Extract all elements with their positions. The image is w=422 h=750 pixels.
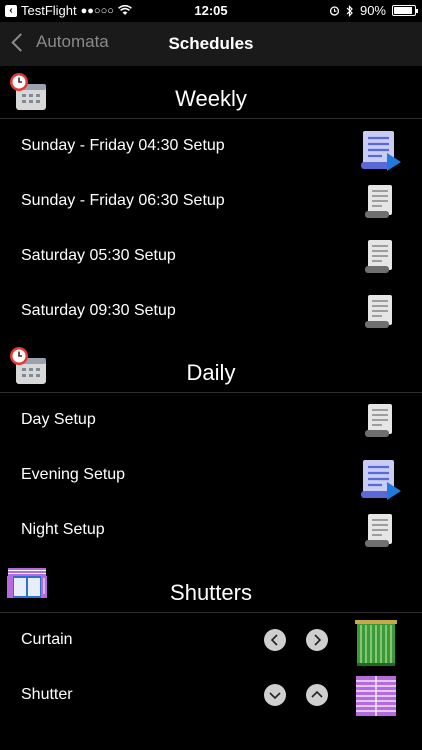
status-bar: ‹ TestFlight ●●○○○ 12:05 90% [0,0,422,22]
schedule-row[interactable]: Day Setup [0,393,422,448]
document-icon[interactable] [364,294,394,330]
document-play-icon[interactable] [360,129,402,175]
chevron-left-icon [270,634,278,646]
document-icon[interactable] [364,184,394,220]
page-title: Schedules [168,34,254,53]
device-label: Curtain [21,631,73,648]
bluetooth-icon [346,4,353,17]
lower-button[interactable] [264,684,286,706]
section-header: Weekly [0,66,422,119]
alarm-icon [329,6,340,16]
raise-button[interactable] [306,684,328,706]
curtain-icon [355,620,397,666]
chevron-up-icon [311,690,323,698]
document-icon[interactable] [364,239,394,275]
document-icon[interactable] [364,513,394,549]
schedule-row[interactable]: Saturday 09:30 Setup [0,284,422,339]
schedule-row[interactable]: Sunday - Friday 06:30 Setup [0,174,422,229]
device-label: Shutter [21,686,73,703]
navigation-bar: Automata Schedules [0,22,422,66]
open-right-button[interactable] [306,629,328,651]
schedule-label: Sunday - Friday 06:30 Setup [21,192,225,209]
schedule-label: Sunday - Friday 04:30 Setup [21,137,225,154]
chevron-down-icon [269,692,281,700]
shutter-row: Shutter [0,668,422,723]
schedule-label: Saturday 05:30 Setup [21,247,176,264]
shutter-icon [356,676,396,716]
section-title: Shutters [170,580,252,605]
battery-percent: 90% [359,3,386,18]
daily-section: Daily Day Setup Evening Setup Night Setu… [0,340,422,558]
shutters-section: Shutters Curtain Shutter [0,560,422,723]
section-title: Daily [186,360,236,385]
schedule-label: Day Setup [21,411,96,428]
schedule-label: Evening Setup [21,466,126,483]
section-header: Daily [0,340,422,393]
schedule-label: Night Setup [21,521,105,538]
schedule-label: Saturday 09:30 Setup [21,302,176,319]
battery-icon [392,5,418,16]
schedule-row[interactable]: Sunday - Friday 04:30 Setup [0,119,422,174]
open-left-button[interactable] [264,629,286,651]
schedule-row[interactable]: Night Setup [0,503,422,558]
schedule-row[interactable]: Saturday 05:30 Setup [0,229,422,284]
section-header: Shutters [0,560,422,613]
document-icon[interactable] [364,403,394,439]
chevron-right-icon [314,634,322,646]
document-play-icon[interactable] [360,458,402,504]
shutter-row: Curtain [0,613,422,668]
weekly-section: Weekly Sunday - Friday 04:30 Setup Sunda… [0,66,422,339]
schedule-row[interactable]: Evening Setup [0,448,422,503]
section-title: Weekly [175,86,247,111]
